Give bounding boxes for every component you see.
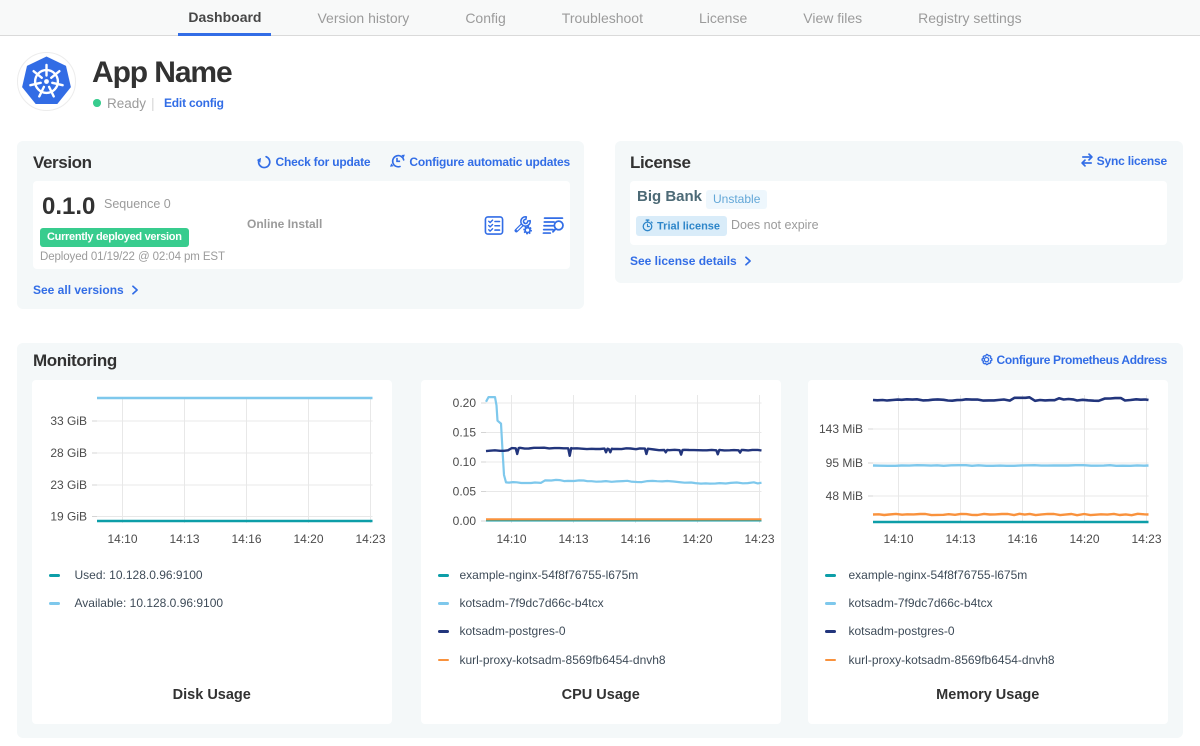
svg-text:14:16: 14:16 — [620, 532, 650, 546]
svg-text:14:13: 14:13 — [558, 532, 588, 546]
svg-text:0.15: 0.15 — [452, 426, 476, 440]
svg-text:95 MiB: 95 MiB — [825, 456, 862, 470]
svg-text:0.20: 0.20 — [452, 396, 476, 410]
svg-text:14:20: 14:20 — [682, 532, 712, 546]
svg-text:14:23: 14:23 — [355, 532, 385, 546]
svg-text:14:23: 14:23 — [744, 532, 774, 546]
svg-text:14:20: 14:20 — [1069, 532, 1099, 546]
svg-text:19 GiB: 19 GiB — [50, 510, 87, 524]
svg-text:14:13: 14:13 — [945, 532, 975, 546]
svg-text:14:13: 14:13 — [169, 532, 199, 546]
svg-text:28 GiB: 28 GiB — [50, 446, 87, 460]
svg-text:0.00: 0.00 — [452, 514, 476, 528]
svg-text:14:10: 14:10 — [496, 532, 526, 546]
svg-text:143 MiB: 143 MiB — [818, 422, 862, 436]
svg-text:14:16: 14:16 — [231, 532, 261, 546]
svg-text:14:20: 14:20 — [293, 532, 323, 546]
svg-text:0.05: 0.05 — [452, 485, 476, 499]
svg-text:14:10: 14:10 — [883, 532, 913, 546]
svg-text:14:23: 14:23 — [1131, 532, 1161, 546]
svg-text:14:10: 14:10 — [107, 532, 137, 546]
svg-text:14:16: 14:16 — [1007, 532, 1037, 546]
svg-text:33 GiB: 33 GiB — [50, 414, 87, 428]
svg-text:0.10: 0.10 — [452, 455, 476, 469]
svg-text:48 MiB: 48 MiB — [825, 489, 862, 503]
svg-text:23 GiB: 23 GiB — [50, 478, 87, 492]
